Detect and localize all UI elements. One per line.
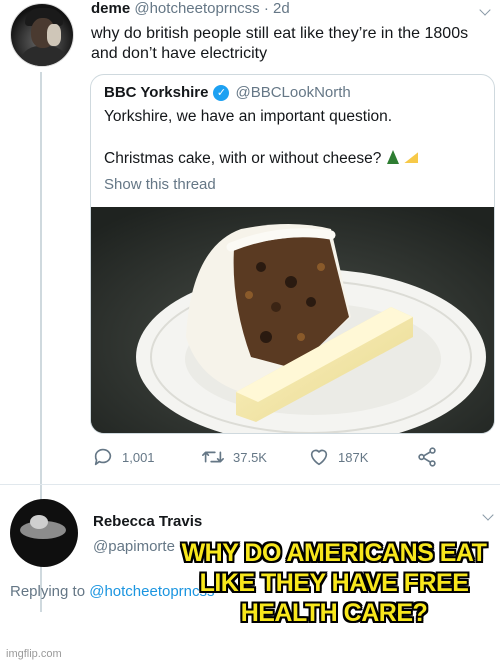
timestamp[interactable]: 2d [273,0,290,17]
cheese-emoji [404,152,419,163]
reply-user-handle[interactable]: @papimorte [93,538,175,555]
original-tweet: deme @hotcheetoprncss · 2d why do britis… [0,0,500,612]
quote-display-name: BBC Yorkshire [104,84,209,101]
reply-count: 1,001 [122,449,155,465]
tweet-divider [0,484,500,485]
meme-caption: WHY DO AMERICANS EAT LIKE THEY HAVE FREE… [181,539,487,627]
quote-header: BBC Yorkshire ✓ @BBCLookNorth [104,84,351,101]
show-thread-link[interactable]: Show this thread [104,176,216,193]
chevron-down-icon[interactable] [479,6,491,18]
reply-avatar[interactable] [10,499,78,567]
quoted-tweet[interactable]: BBC Yorkshire ✓ @BBCLookNorth Yorkshire,… [90,74,495,434]
like-count: 187K [338,449,369,465]
share-icon [418,447,436,467]
tweet-actions: 1,001 37.5K 187K [90,446,495,474]
separator: · [263,0,269,17]
reply-icon [94,448,112,466]
tweet-header: deme @hotcheetoprncss · 2d [91,0,290,17]
share-action[interactable] [416,446,446,468]
chevron-down-icon[interactable] [482,511,494,523]
reply-display-name[interactable]: Rebecca Travis [93,513,202,530]
verified-icon: ✓ [213,84,230,101]
tweet-text: why do british people still eat like the… [91,25,469,62]
watermark: imgflip.com [6,648,62,660]
tree-emoji [387,150,400,164]
like-action[interactable]: 187K [308,446,368,468]
like-icon [310,449,328,466]
user-handle[interactable]: @hotcheetoprncss [134,0,259,17]
cake-photo-illustration [91,207,494,433]
replying-to-prefix: Replying to [10,583,86,600]
retweet-icon [202,451,224,463]
retweet-count: 37.5K [233,449,267,465]
quote-question-line: Christmas cake, with or without cheese? [104,150,419,168]
quote-text-line: Yorkshire, we have an important question… [104,108,393,125]
cake-photo[interactable] [91,207,494,433]
display-name[interactable]: deme [91,0,130,17]
reply-action[interactable]: 1,001 [92,446,155,468]
quote-question: Christmas cake, with or without cheese? [104,150,382,167]
avatar[interactable] [10,3,74,67]
retweet-action[interactable]: 37.5K [201,446,267,468]
quote-handle: @BBCLookNorth [235,84,351,101]
